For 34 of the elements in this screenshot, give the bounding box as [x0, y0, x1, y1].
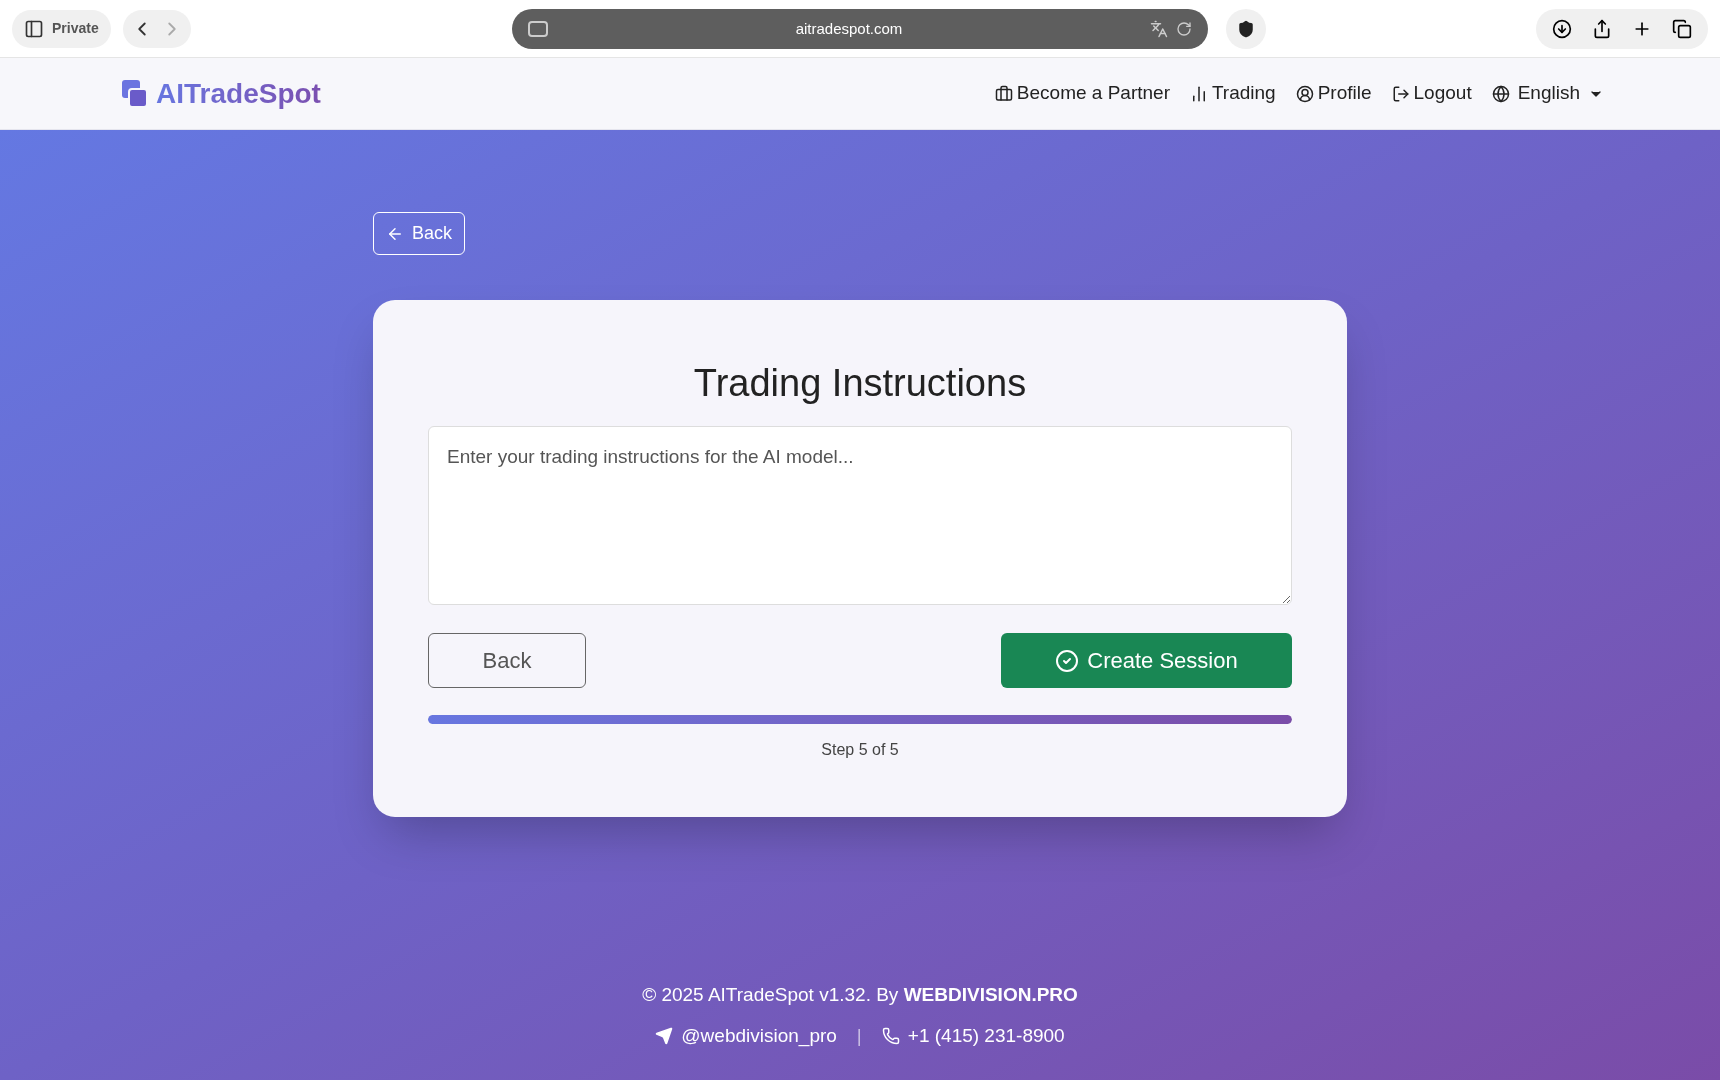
instructions-field[interactable]: Enter your trading instructions for the AI model...: [428, 426, 1292, 605]
globe-icon: [1491, 84, 1510, 103]
nav-link[interactable]: Become a Partner: [994, 79, 1170, 108]
check-circle-icon: [1055, 648, 1080, 673]
briefcase-icon: [994, 84, 1013, 103]
page-icon: [528, 21, 548, 37]
sidebar-toggle[interactable]: Private: [12, 9, 111, 48]
logo-icon: [122, 79, 148, 108]
private-label: Private: [52, 19, 99, 38]
download-icon[interactable]: [1552, 19, 1572, 39]
nav-link[interactable]: Trading: [1189, 79, 1276, 108]
telegram-icon: [655, 1026, 674, 1045]
separator: |: [856, 1023, 862, 1048]
telegram-link[interactable]: @webdivision_pro: [655, 1021, 837, 1050]
copyright-text: © 2025 AITradeSpot v1.32. By WEBDIVISION.PRO: [642, 983, 1078, 1007]
url-text: aitradespot.com: [794, 18, 904, 39]
back-button[interactable]: Back: [428, 633, 586, 688]
back-link[interactable]: Back: [373, 212, 466, 255]
create-session-button[interactable]: Create Session: [1001, 633, 1292, 688]
phone-link[interactable]: +1 (415) 231-8900: [881, 1021, 1065, 1050]
nav-link[interactable]: Profile: [1295, 79, 1372, 108]
reload-icon[interactable]: [1176, 21, 1192, 37]
language-dropdown[interactable]: English: [1491, 79, 1604, 108]
shield-icon[interactable]: [1237, 20, 1255, 38]
nav-link[interactable]: Logout: [1391, 79, 1472, 108]
user-icon: [1295, 84, 1314, 103]
logout-icon: [1391, 84, 1410, 103]
card-title: Trading Instructions: [692, 361, 1028, 406]
share-icon[interactable]: [1592, 19, 1612, 39]
tabs-icon[interactable]: [1672, 19, 1692, 39]
address-bar[interactable]: aitradespot.com: [512, 9, 1208, 49]
translate-icon[interactable]: [1150, 20, 1168, 38]
sidebar-icon: [24, 18, 44, 39]
step-text: Step 5 of 5: [820, 740, 900, 760]
